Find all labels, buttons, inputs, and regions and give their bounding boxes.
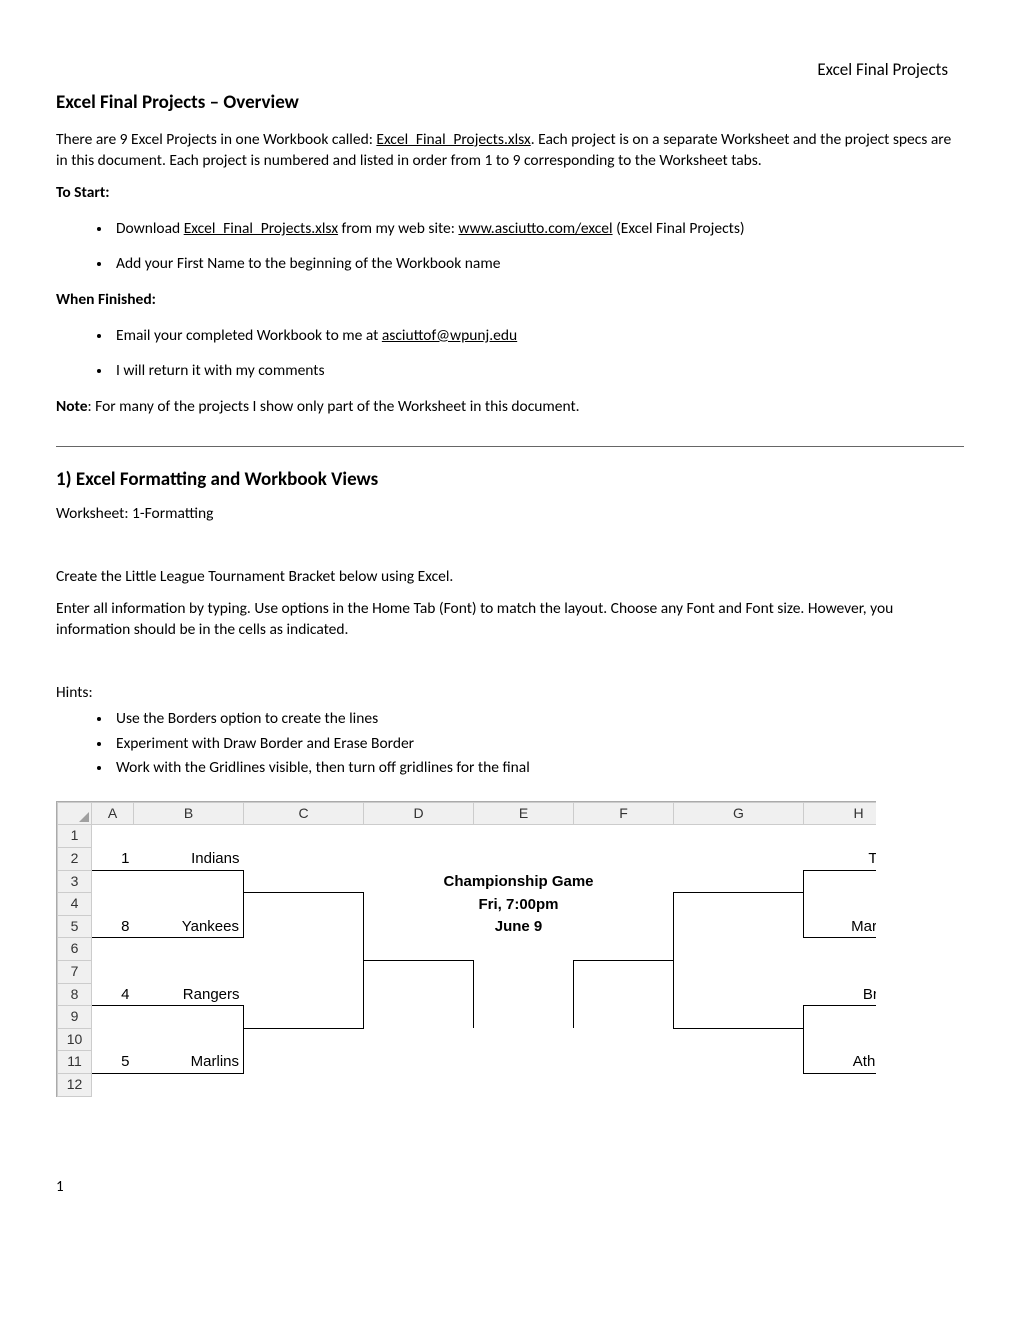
col-header[interactable]: F (574, 802, 674, 825)
section-title: 1) Excel Formatting and Workbook Views (56, 467, 964, 494)
row-header[interactable]: 1 (58, 825, 92, 848)
row-header[interactable]: 11 (58, 1051, 92, 1074)
li-text: Download (116, 219, 184, 238)
cell[interactable]: June 9 (364, 915, 674, 938)
list-item: I will return it with my comments (112, 360, 964, 382)
page-number: 1 (56, 1177, 964, 1198)
finished-list: Email your completed Workbook to me at a… (56, 325, 964, 382)
when-finished-label: When Finished: (56, 289, 964, 311)
col-header[interactable]: B (134, 802, 244, 825)
row-header[interactable]: 3 (58, 870, 92, 893)
row-header[interactable]: 2 (58, 848, 92, 871)
note-text: : For many of the projects I show only p… (88, 397, 580, 416)
row-header[interactable]: 10 (58, 1028, 92, 1051)
li-text: (Excel Final Projects) (613, 219, 745, 238)
list-item: Experiment with Draw Border and Erase Bo… (112, 733, 964, 755)
cell[interactable]: Mariners (804, 915, 877, 938)
list-item: Email your completed Workbook to me at a… (112, 325, 964, 347)
select-all-corner[interactable] (58, 802, 92, 825)
row-header[interactable]: 7 (58, 961, 92, 984)
cell[interactable]: Yankees (134, 915, 244, 938)
cell[interactable]: Rangers (134, 983, 244, 1006)
worksheet-name: Worksheet: 1-Formatting (56, 503, 964, 525)
hints-list: Use the Borders option to create the lin… (56, 708, 964, 779)
row-header[interactable]: 9 (58, 1006, 92, 1029)
cell[interactable]: Indians (134, 848, 244, 871)
header-title: Excel Final Projects (817, 58, 948, 82)
cell[interactable]: 4 (92, 983, 134, 1006)
note-label: Note (56, 397, 88, 416)
intro-paragraph: There are 9 Excel Projects in one Workbo… (56, 129, 964, 172)
list-item: Use the Borders option to create the lin… (112, 708, 964, 730)
col-header[interactable]: H (804, 802, 877, 825)
cell[interactable]: Tigers (804, 848, 877, 871)
cell[interactable]: 5 (92, 1051, 134, 1074)
excel-screenshot: A B C D E F G H I 1 2 1 Indians Tigers 2… (56, 801, 876, 1097)
col-header[interactable]: D (364, 802, 474, 825)
to-start-list: Download Excel_Final_Projects.xlsx from … (56, 218, 964, 275)
li-text: from my web site: (338, 219, 458, 238)
row-header[interactable]: 6 (58, 938, 92, 961)
section-text: Enter all information by typing. Use opt… (56, 598, 964, 641)
list-item: Work with the Gridlines visible, then tu… (112, 757, 964, 779)
list-item: Add your First Name to the beginning of … (112, 253, 964, 275)
excel-grid: A B C D E F G H I 1 2 1 Indians Tigers 2… (57, 802, 876, 1097)
hints-label: Hints: (56, 682, 964, 704)
li-filename: Excel_Final_Projects.xlsx (184, 219, 338, 238)
cell[interactable]: Championship Game (364, 870, 674, 893)
list-item: Download Excel_Final_Projects.xlsx from … (112, 218, 964, 240)
cell[interactable]: Athletics (804, 1051, 877, 1074)
row-header[interactable]: 5 (58, 915, 92, 938)
cell[interactable]: Fri, 7:00pm (364, 893, 674, 916)
note-paragraph: Note: For many of the projects I show on… (56, 396, 964, 418)
li-email[interactable]: asciuttof@wpunj.edu (382, 326, 517, 345)
to-start-label: To Start: (56, 182, 964, 204)
li-text: Email your completed Workbook to me at (116, 326, 382, 345)
cell[interactable]: Marlins (134, 1051, 244, 1074)
col-header[interactable]: G (674, 802, 804, 825)
page-title: Excel Final Projects – Overview (56, 90, 964, 117)
cell[interactable]: 8 (92, 915, 134, 938)
cell[interactable]: Braves (804, 983, 877, 1006)
row-header[interactable]: 4 (58, 893, 92, 916)
intro-text-1: There are 9 Excel Projects in one Workbo… (56, 130, 376, 149)
intro-filename: Excel_Final_Projects.xlsx (376, 130, 530, 149)
divider (56, 446, 964, 447)
cell[interactable]: 1 (92, 848, 134, 871)
col-header[interactable]: C (244, 802, 364, 825)
col-header[interactable]: A (92, 802, 134, 825)
col-header[interactable]: E (474, 802, 574, 825)
row-header[interactable]: 12 (58, 1074, 92, 1097)
col-header-row: A B C D E F G H I (58, 802, 877, 825)
li-url[interactable]: www.asciutto.com/excel (458, 219, 612, 238)
section-text: Create the Little League Tournament Brac… (56, 566, 964, 588)
row-header[interactable]: 8 (58, 983, 92, 1006)
